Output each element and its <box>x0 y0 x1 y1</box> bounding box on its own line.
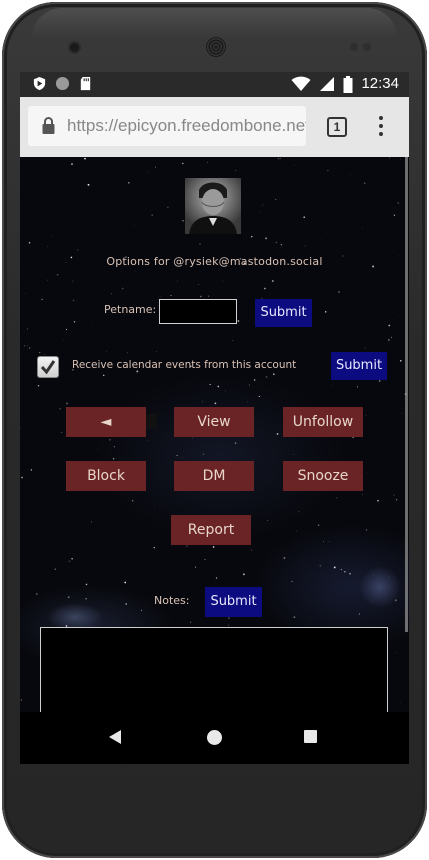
back-button-shadow <box>146 414 157 429</box>
back-button[interactable]: ◄ <box>66 407 146 437</box>
options-title: Options for @rysiek@mastodon.social <box>106 255 323 268</box>
tab-switcher-button[interactable]: 1 <box>327 117 347 137</box>
sd-card-icon <box>80 76 91 91</box>
petname-input[interactable] <box>159 299 237 324</box>
block-button[interactable]: Block <box>66 461 146 491</box>
calendar-label: Receive calendar events from this accoun… <box>72 359 297 371</box>
browser-toolbar: https://epicyon.freedombone.net/users/..… <box>20 97 409 157</box>
wifi-icon <box>291 76 311 91</box>
avatar <box>185 178 241 234</box>
snooze-button[interactable]: Snooze <box>283 461 363 491</box>
page-content: Options for @rysiek@mastodon.social Petn… <box>20 157 409 712</box>
calendar-submit-button[interactable]: Submit <box>331 352 387 380</box>
lock-icon <box>42 117 55 134</box>
sensor-icon <box>350 43 358 51</box>
notes-label: Notes: <box>154 594 190 607</box>
calendar-checkbox[interactable] <box>37 356 59 378</box>
nav-home-icon[interactable] <box>207 730 222 745</box>
address-bar[interactable]: https://epicyon.freedombone.net/users/..… <box>28 106 306 146</box>
petname-submit-button[interactable]: Submit <box>255 299 312 327</box>
battery-icon <box>343 75 353 93</box>
status-bar: 12:34 <box>20 72 409 97</box>
url-text[interactable]: https://epicyon.freedombone.net/users/..… <box>67 116 306 136</box>
device-screen: 12:34 https://epicyon.freedombone.net/us… <box>20 72 409 764</box>
speaker-grille <box>206 37 226 57</box>
cellular-signal-icon <box>320 77 335 91</box>
circle-notification-icon <box>55 76 70 91</box>
view-button[interactable]: View <box>174 407 254 437</box>
navigation-bar <box>20 712 409 764</box>
clock-time: 12:34 <box>361 75 399 92</box>
petname-label: Petname: <box>104 303 157 316</box>
unfollow-button[interactable]: Unfollow <box>283 407 363 437</box>
more-vert-icon[interactable] <box>379 116 383 136</box>
nav-back-icon[interactable] <box>109 730 121 744</box>
notes-submit-button[interactable]: Submit <box>205 587 262 617</box>
shield-notification-icon <box>33 76 46 91</box>
dm-button[interactable]: DM <box>174 461 254 491</box>
checkmark-icon <box>40 360 56 375</box>
scrollbar[interactable] <box>405 157 408 632</box>
notes-textarea[interactable] <box>40 627 388 712</box>
bezel-highlight <box>32 8 397 38</box>
report-button[interactable]: Report <box>171 515 251 545</box>
nav-recents-icon[interactable] <box>304 730 317 743</box>
front-camera-icon <box>70 43 79 52</box>
sensor-icon <box>363 43 371 51</box>
